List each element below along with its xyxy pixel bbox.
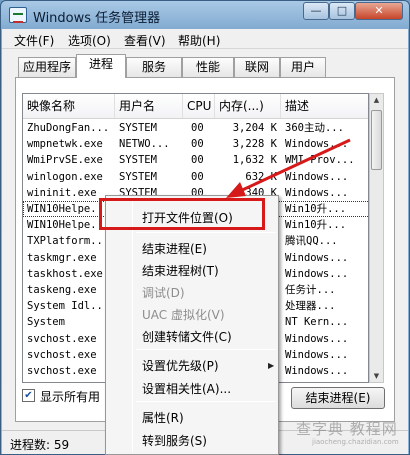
window-title: Windows 任务管理器: [33, 11, 161, 26]
cell-name: ZhuDongFan...: [27, 122, 110, 134]
process-count: 进程数: 59: [10, 438, 70, 452]
cell-desc: NT Kern...: [285, 316, 349, 329]
vertical-scrollbar[interactable]: ▲ ▼: [369, 93, 384, 383]
cell-user: SYSTEM: [119, 154, 157, 167]
tab-applications[interactable]: 应用程序: [18, 57, 76, 77]
cell-desc: Windows...: [285, 170, 349, 183]
cell-name: WmiPrvSE.exe: [27, 154, 103, 167]
menu-options[interactable]: 选项(O): [68, 32, 111, 49]
menu-icon-strip: [132, 198, 133, 452]
cell-cpu: 00: [191, 154, 204, 167]
table-row[interactable]: ZhuDongFan... SYSTEM 00 3,204 K 360主动...: [23, 120, 368, 136]
cell-desc: Win10升...: [285, 203, 347, 215]
checkbox-check-icon[interactable]: ✔: [22, 389, 35, 402]
menu-separator: [136, 401, 276, 402]
context-menu: 打开文件位置(O) 结束进程(E) 结束进程树(T) 调试(D) UAC 虚拟化(V) 创…: [105, 195, 279, 455]
tab-services[interactable]: 服务: [126, 57, 182, 77]
column-description[interactable]: 描述: [281, 94, 368, 118]
column-memory[interactable]: 内存(...): [215, 94, 281, 118]
table-row[interactable]: WmiPrvSE.exe SYSTEM 00 1,632 K WMI Prov...: [23, 152, 368, 168]
watermark-url: jiaocheng.chazidian.com: [312, 438, 399, 446]
cell-name: winlogon.exe: [27, 170, 103, 183]
context-menu-item[interactable]: 设置优先级(P): [142, 356, 219, 376]
cell-desc: Windows...: [285, 251, 349, 264]
scroll-up-icon[interactable]: ▲: [372, 96, 381, 104]
end-process-button[interactable]: 结束进程(E): [291, 387, 385, 409]
context-menu-item[interactable]: 结束进程树(T): [142, 261, 219, 281]
menu-view[interactable]: 查看(V): [124, 32, 166, 49]
context-menu-item[interactable]: 转到服务(S): [142, 431, 207, 451]
cell-mem: 1,632 K: [232, 154, 277, 167]
highlight-box: [99, 198, 265, 230]
context-menu-item[interactable]: 结束进程(E): [142, 239, 207, 259]
tab-processes[interactable]: 进程: [76, 54, 126, 78]
minimize-button[interactable]: —: [303, 2, 329, 20]
cell-desc: 处理器...: [285, 300, 336, 313]
context-menu-item[interactable]: 创建转储文件(C): [142, 327, 232, 347]
context-menu-item[interactable]: 属性(R): [142, 408, 184, 428]
maximize-button[interactable]: □: [329, 2, 355, 20]
scrollbar-thumb[interactable]: [371, 110, 382, 170]
task-manager-icon: [9, 7, 27, 23]
column-user-name[interactable]: 用户名: [115, 94, 183, 118]
menu-bar: 文件(F) 选项(O) 查看(V) 帮助(H): [2, 29, 408, 49]
cell-desc: 任务计...: [285, 284, 336, 296]
cell-user: SYSTEM: [119, 170, 157, 183]
menu-separator: [136, 232, 276, 233]
cell-cpu: 00: [191, 170, 204, 183]
cell-name: svchost.exe: [27, 332, 97, 345]
cell-desc: Windows...: [285, 348, 349, 361]
cell-mem: 632 K: [245, 170, 277, 183]
cell-mem: 3,204 K: [232, 122, 277, 134]
cell-name: wmpnetwk.exe: [27, 138, 103, 151]
tab-networking[interactable]: 联网: [234, 57, 280, 77]
cell-name: svchost.exe: [27, 348, 97, 361]
context-menu-item[interactable]: 设置相关性(A)...: [142, 379, 231, 399]
tab-users[interactable]: 用户: [280, 57, 326, 77]
cell-name: TXPlatform...: [27, 235, 110, 248]
cell-desc: Windows...: [285, 267, 349, 280]
submenu-arrow-icon: ▶: [268, 361, 275, 370]
header-divider: [23, 118, 368, 119]
cell-desc: Windows...: [285, 332, 349, 345]
table-row[interactable]: wmpnetwk.exe NETWO... 00 3,228 K Windows...: [23, 136, 368, 152]
cell-name: taskmgr.exe: [27, 251, 97, 264]
close-button[interactable]: ✕: [355, 2, 403, 20]
cell-desc: Windows...: [285, 186, 349, 199]
cell-desc: 360主动...: [285, 122, 344, 134]
menu-file[interactable]: 文件(F): [14, 32, 54, 49]
cell-desc: 腾讯QQ...: [285, 235, 338, 248]
tab-performance[interactable]: 性能: [182, 57, 234, 77]
cell-name: System: [27, 316, 65, 329]
cell-cpu: 00: [191, 138, 204, 151]
menu-help[interactable]: 帮助(H): [178, 32, 220, 49]
cell-desc: Windows...: [285, 365, 349, 377]
scroll-down-icon[interactable]: ▼: [372, 372, 381, 380]
context-menu-item: UAC 虚拟化(V): [142, 308, 225, 322]
cell-name: svchost.exe: [27, 365, 97, 377]
cell-name: taskhost.exe: [27, 267, 103, 280]
cell-name: System Idl...: [27, 300, 110, 313]
cell-cpu: 00: [191, 122, 204, 134]
cell-desc: Windows...: [285, 138, 349, 151]
show-all-label: 显示所有用: [40, 390, 101, 404]
column-cpu[interactable]: CPU: [183, 94, 215, 118]
context-menu-item: 调试(D): [142, 286, 185, 300]
column-image-name[interactable]: 映像名称: [23, 94, 115, 118]
table-row[interactable]: winlogon.exe SYSTEM 00 632 K Windows...: [23, 169, 368, 185]
menu-separator: [136, 349, 276, 350]
title-bar[interactable]: Windows 任务管理器 — □ ✕: [1, 1, 409, 29]
cell-user: SYSTEM: [119, 122, 157, 134]
cell-user: NETWO...: [119, 138, 170, 151]
cell-desc: Win10升...: [285, 219, 347, 232]
cell-name: taskeng.exe: [27, 284, 97, 296]
watermark: 查字典 教程网: [296, 420, 398, 438]
cell-mem: 3,228 K: [232, 138, 277, 151]
cell-desc: WMI Prov...: [285, 154, 355, 167]
